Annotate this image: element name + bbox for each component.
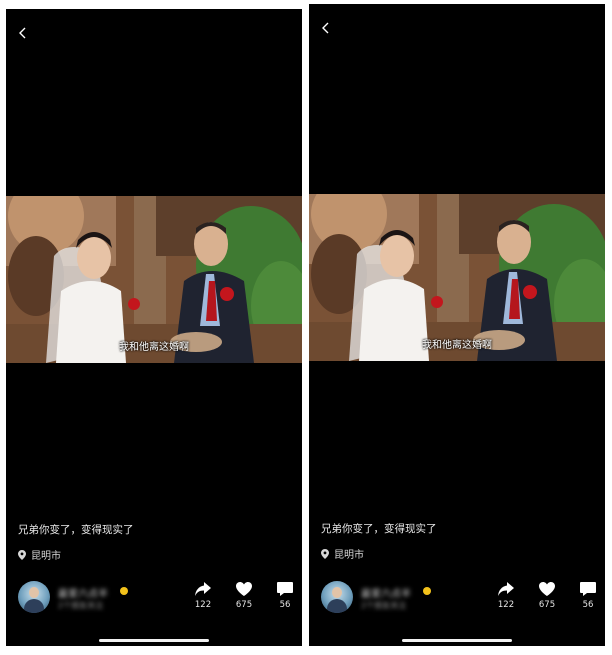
- author-name[interactable]: 最爱六点半: [361, 585, 411, 600]
- avatar[interactable]: [18, 581, 50, 613]
- location-tag[interactable]: 昆明市: [321, 546, 364, 561]
- video-subtitle: 我和他离这婚啊: [422, 340, 492, 351]
- home-indicator[interactable]: [402, 639, 512, 642]
- avatar[interactable]: [321, 581, 353, 613]
- comment-icon: [277, 582, 293, 596]
- vip-badge-icon: [423, 587, 431, 595]
- video-subtitle: 我和他离这婚啊: [119, 342, 189, 353]
- share-icon: [498, 582, 514, 596]
- heart-icon: [236, 582, 252, 596]
- back-arrow-icon[interactable]: [16, 26, 30, 40]
- share-count: 122: [497, 600, 515, 610]
- share-icon: [195, 582, 211, 596]
- author-name[interactable]: 最爱六点半: [58, 585, 108, 600]
- author-row: 最爱六点半 2个朋友关注 122 675 56: [321, 581, 596, 617]
- location-pin-icon: [18, 549, 26, 560]
- like-button[interactable]: 675: [532, 581, 562, 610]
- author-subtitle: 2个朋友关注: [361, 601, 407, 610]
- video-player[interactable]: 我和他离这婚啊: [6, 196, 302, 363]
- like-button[interactable]: 675: [229, 581, 259, 610]
- location-pin-icon: [321, 548, 329, 559]
- like-count: 675: [538, 600, 556, 610]
- author-row: 最爱六点半 2个朋友关注 122 675 56: [18, 581, 293, 617]
- share-count: 122: [194, 600, 212, 610]
- home-indicator[interactable]: [99, 639, 209, 642]
- video-screen-right: 我和他离这婚啊 兄弟你变了，变得现实了 昆明市 最爱六点半 2个朋友关注 122…: [309, 4, 605, 646]
- comment-count: 56: [582, 600, 594, 610]
- share-button[interactable]: 122: [188, 581, 218, 610]
- comment-count: 56: [279, 600, 291, 610]
- share-button[interactable]: 122: [491, 581, 521, 610]
- comment-button[interactable]: 56: [573, 581, 603, 610]
- location-label: 昆明市: [31, 551, 61, 562]
- video-caption: 兄弟你变了，变得现实了: [18, 524, 134, 536]
- heart-icon: [539, 582, 555, 596]
- video-caption: 兄弟你变了，变得现实了: [321, 523, 437, 535]
- video-screen-left: 我和他离这婚啊 兄弟你变了，变得现实了 昆明市 最爱六点半 2个朋友关注 122…: [6, 9, 302, 646]
- comment-button[interactable]: 56: [270, 581, 300, 610]
- video-player[interactable]: 我和他离这婚啊: [309, 194, 605, 361]
- vip-badge-icon: [120, 587, 128, 595]
- location-label: 昆明市: [334, 550, 364, 561]
- back-arrow-icon[interactable]: [319, 21, 333, 35]
- like-count: 675: [235, 600, 253, 610]
- location-tag[interactable]: 昆明市: [18, 547, 61, 562]
- author-subtitle: 2个朋友关注: [58, 601, 104, 610]
- comment-icon: [580, 582, 596, 596]
